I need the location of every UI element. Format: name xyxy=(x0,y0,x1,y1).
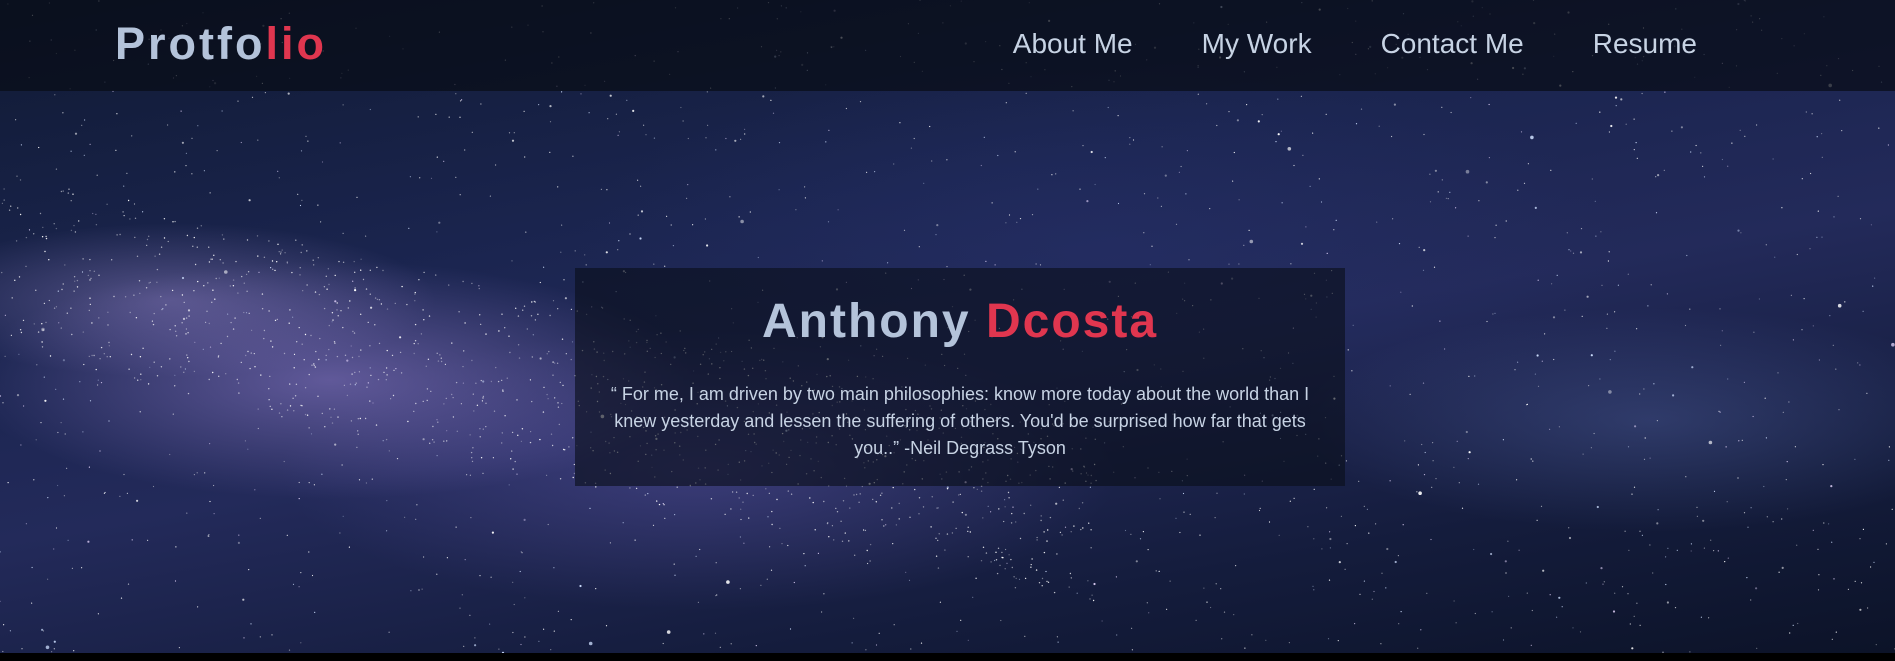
site-logo[interactable]: Protfolio xyxy=(115,16,327,72)
nav-links: About Me My Work Contact Me Resume xyxy=(1013,26,1697,62)
hero-section: Protfolio About Me My Work Contact Me Re… xyxy=(0,0,1895,653)
first-name: Anthony xyxy=(761,295,971,348)
logo-part-2: lio xyxy=(265,18,327,69)
nav-link-contact-me[interactable]: Contact Me xyxy=(1381,26,1524,62)
top-navbar: Protfolio About Me My Work Contact Me Re… xyxy=(0,0,1895,91)
nav-link-my-work[interactable]: My Work xyxy=(1202,26,1312,62)
hero-name: Anthony Dcosta xyxy=(575,294,1345,350)
nav-link-about-me[interactable]: About Me xyxy=(1013,26,1133,62)
nav-link-resume[interactable]: Resume xyxy=(1593,26,1697,62)
logo-part-1: Protfo xyxy=(115,18,266,69)
last-name: Dcosta xyxy=(985,295,1159,348)
intro-card: Anthony Dcosta “ For me, I am driven by … xyxy=(575,268,1345,486)
hero-quote: “ For me, I am driven by two main philos… xyxy=(610,384,1310,458)
